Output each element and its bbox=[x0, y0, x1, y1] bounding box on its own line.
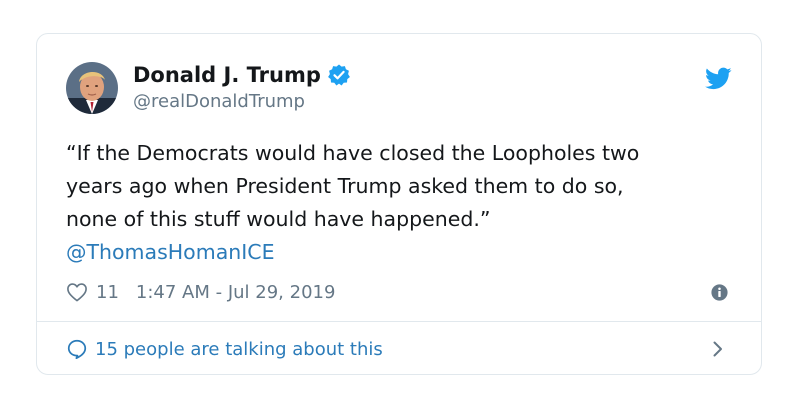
twitter-bird-icon[interactable] bbox=[705, 65, 732, 92]
talking-about-text[interactable]: 15 people are talking about this bbox=[95, 339, 383, 360]
tweet-text-line: none of this stuff would have happened.” bbox=[66, 207, 491, 231]
tweet-text-line: “If the Democrats would have closed the … bbox=[66, 141, 640, 165]
tweet-card: Donald J. Trump @realDonaldTrump “If the… bbox=[36, 33, 762, 375]
avatar[interactable] bbox=[66, 62, 118, 114]
comment-icon bbox=[66, 338, 88, 360]
like-count[interactable]: 11 bbox=[96, 282, 119, 303]
divider bbox=[37, 321, 761, 322]
heart-icon[interactable] bbox=[66, 282, 88, 302]
user-handle[interactable]: @realDonaldTrump bbox=[133, 91, 305, 112]
chevron-right-icon[interactable] bbox=[711, 339, 725, 359]
tweet-timestamp[interactable]: 1:47 AM - Jul 29, 2019 bbox=[136, 282, 336, 303]
display-name[interactable]: Donald J. Trump bbox=[133, 63, 321, 87]
info-icon[interactable] bbox=[711, 284, 728, 301]
display-name-row[interactable]: Donald J. Trump bbox=[133, 63, 351, 87]
talking-about-link[interactable]: 15 people are talking about this bbox=[66, 336, 383, 362]
avatar-image bbox=[66, 62, 118, 114]
tweet-text-line: years ago when President Trump asked the… bbox=[66, 174, 624, 198]
tweet-text: “If the Democrats would have closed the … bbox=[66, 137, 746, 269]
tweet-meta: 11 1:47 AM - Jul 29, 2019 bbox=[66, 279, 335, 305]
verified-badge-icon bbox=[327, 63, 351, 87]
mention-link[interactable]: @ThomasHomanICE bbox=[66, 236, 746, 269]
